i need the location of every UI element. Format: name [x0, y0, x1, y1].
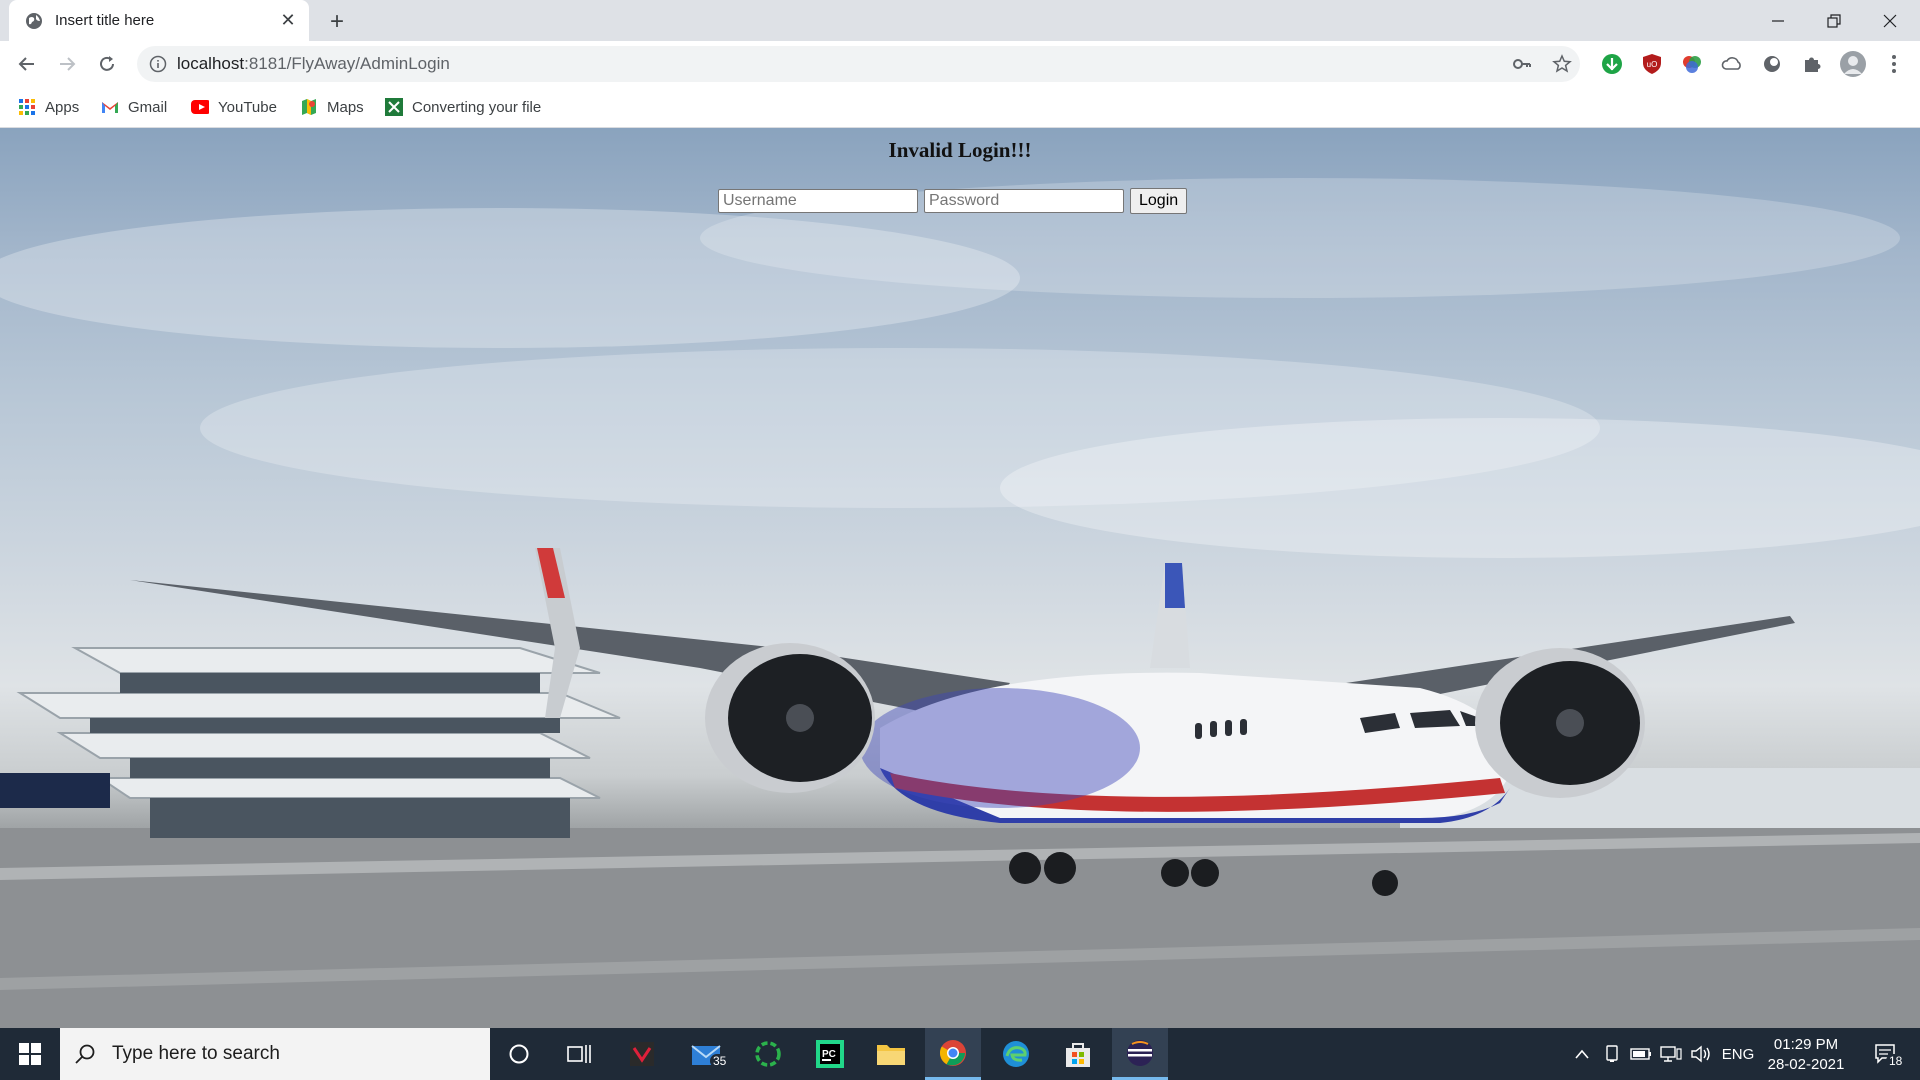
reload-icon	[100, 56, 114, 71]
battery-icon[interactable]	[1628, 1028, 1654, 1080]
bookmark-converting-file[interactable]: Converting your file	[385, 95, 541, 119]
folder-icon	[877, 1045, 905, 1065]
airplane-background-image	[0, 178, 1920, 1028]
svg-text:uO: uO	[1647, 60, 1658, 69]
minimize-icon	[1772, 19, 1784, 22]
ublock-icon[interactable]: uO	[1641, 53, 1663, 75]
edge-icon	[1003, 1041, 1029, 1067]
cortana-button[interactable]	[491, 1028, 547, 1080]
maps-icon	[300, 98, 318, 116]
store-bag-icon	[1066, 1043, 1090, 1067]
puzzle-icon[interactable]	[1801, 53, 1823, 75]
url-path: :8181/FlyAway/AdminLogin	[244, 54, 450, 73]
reload-button[interactable]	[92, 49, 122, 79]
browser-toolbar: localhost:8181/FlyAway/AdminLogin uO	[0, 41, 1920, 87]
globe-icon	[26, 12, 42, 29]
cloud-extension-icon[interactable]	[1721, 53, 1743, 75]
edge-button[interactable]	[988, 1028, 1044, 1080]
vantage-icon	[630, 1042, 654, 1066]
chrome-taskbar-button[interactable]	[925, 1028, 981, 1080]
search-icon	[75, 1044, 95, 1064]
start-button[interactable]	[0, 1028, 60, 1080]
address-bar[interactable]: localhost:8181/FlyAway/AdminLogin	[137, 46, 1580, 82]
colorful-extension-icon[interactable]	[1681, 53, 1703, 75]
minimize-button[interactable]	[1750, 0, 1806, 41]
search-placeholder: Type here to search	[112, 1043, 280, 1064]
arrow-right-icon	[60, 57, 76, 71]
volume-icon[interactable]	[1688, 1028, 1714, 1080]
menu-kebab-icon[interactable]	[1883, 53, 1905, 75]
arrow-left-icon	[18, 57, 34, 71]
page-content: Invalid Login!!! Login	[0, 128, 1920, 1028]
windows-logo-icon	[19, 1043, 41, 1065]
circle-extension-icon[interactable]	[1761, 53, 1783, 75]
bookmark-label: Apps	[45, 98, 80, 116]
windows-taskbar: Type here to search 35 PC ENG 01:29 PM 2…	[0, 1028, 1920, 1080]
bookmark-label: Converting your file	[412, 98, 542, 116]
task-view-button[interactable]	[551, 1028, 607, 1080]
network-icon[interactable]	[1658, 1028, 1684, 1080]
chrome-icon	[939, 1039, 966, 1066]
key-icon[interactable]	[1512, 54, 1532, 74]
bookmark-youtube[interactable]: YouTube	[191, 95, 277, 119]
new-tab-button[interactable]: +	[323, 8, 351, 36]
bookmark-label: YouTube	[218, 98, 277, 116]
eclipse-button[interactable]	[1112, 1028, 1168, 1080]
store-button[interactable]	[1050, 1028, 1106, 1080]
username-input[interactable]	[718, 189, 918, 213]
forward-button[interactable]	[52, 49, 82, 79]
password-input[interactable]	[924, 189, 1124, 213]
url-text[interactable]: localhost:8181/FlyAway/AdminLogin	[177, 46, 450, 82]
file-explorer-button[interactable]	[863, 1028, 919, 1080]
clock-time: 01:29 PM	[1773, 1036, 1839, 1053]
restore-icon	[1827, 13, 1841, 28]
url-host: localhost	[177, 54, 245, 73]
tab-strip: Insert title here ✕ +	[0, 0, 1920, 41]
youtube-icon	[191, 98, 209, 116]
bookmark-label: Maps	[327, 98, 364, 116]
mail-app-button[interactable]: 35	[679, 1028, 735, 1080]
cortana-circle-icon	[509, 1044, 529, 1064]
file-convert-icon	[385, 98, 403, 116]
show-hidden-icons-button[interactable]	[1570, 1028, 1594, 1080]
info-icon[interactable]	[149, 55, 167, 73]
clock-date: 28-02-2021	[1767, 1056, 1845, 1073]
pycharm-icon: PC	[816, 1040, 844, 1068]
green-ring-app-button[interactable]	[740, 1028, 796, 1080]
bookmark-maps[interactable]: Maps	[300, 95, 364, 119]
svg-text:PC: PC	[822, 1049, 836, 1060]
pycharm-button[interactable]: PC	[802, 1028, 858, 1080]
bookmarks-bar: Apps Gmail YouTube Maps Converting your …	[0, 87, 1920, 128]
browser-tab[interactable]: Insert title here ✕	[9, 0, 309, 41]
bookmark-apps[interactable]: Apps	[18, 95, 79, 119]
gmail-icon	[101, 98, 119, 116]
green-extension-icon[interactable]	[1601, 53, 1623, 75]
login-error-message: Invalid Login!!!	[888, 138, 1032, 162]
language-indicator[interactable]: ENG	[1718, 1028, 1758, 1080]
profile-avatar[interactable]	[1838, 49, 1868, 79]
mail-badge: 35	[710, 1054, 730, 1068]
close-window-button[interactable]	[1862, 0, 1918, 41]
login-button[interactable]: Login	[1130, 188, 1188, 214]
taskbar-search-box[interactable]: Type here to search	[60, 1028, 490, 1080]
app-vantage-button[interactable]	[614, 1028, 670, 1080]
back-button[interactable]	[12, 49, 42, 79]
chevron-up-icon	[1575, 1049, 1589, 1059]
green-ring-icon	[755, 1041, 781, 1067]
apps-grid-icon	[18, 98, 36, 116]
eclipse-icon	[1127, 1039, 1153, 1066]
close-icon	[1883, 14, 1897, 27]
bookmark-gmail[interactable]: Gmail	[101, 95, 167, 119]
tab-title: Insert title here	[55, 12, 155, 29]
tray-device-icon[interactable]	[1600, 1028, 1624, 1080]
notification-count-badge: 18	[1886, 1054, 1906, 1068]
task-view-icon	[567, 1045, 591, 1063]
restore-button[interactable]	[1806, 0, 1862, 41]
star-icon[interactable]	[1552, 54, 1572, 74]
login-form: Login	[718, 188, 1188, 214]
action-center-button[interactable]: 18	[1866, 1028, 1906, 1080]
bookmark-label: Gmail	[128, 98, 168, 116]
clock[interactable]: 01:29 PM 28-02-2021	[1756, 1035, 1856, 1075]
close-tab-icon[interactable]: ✕	[277, 10, 299, 32]
